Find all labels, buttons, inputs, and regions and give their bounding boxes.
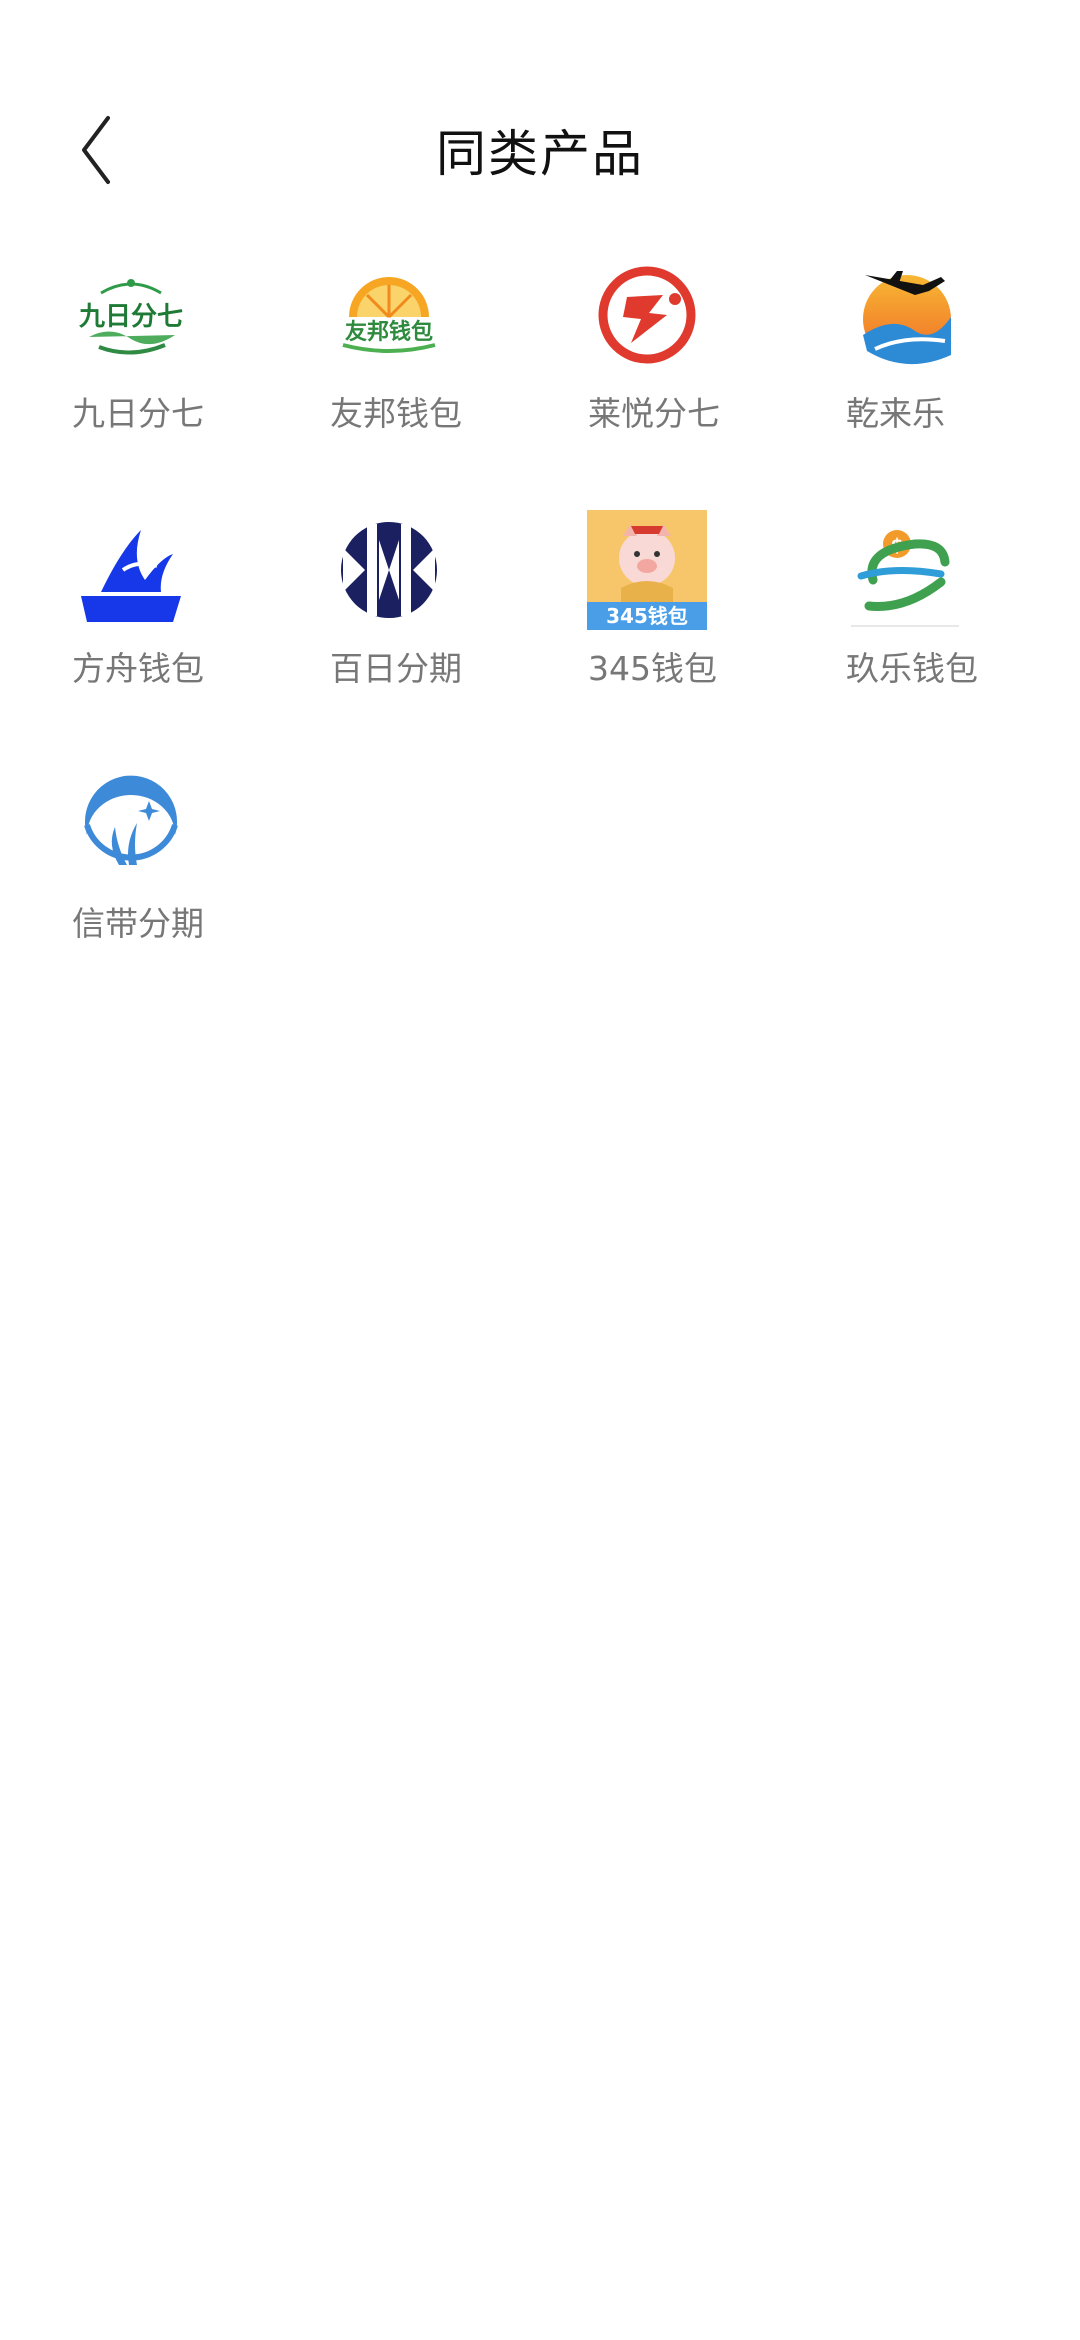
product-item-qianlaile[interactable]: 乾来乐 [822,255,1080,465]
page: 同类产品 九日分七 九日分七 友邦钱包 友邦钱包 莱悦分七 乾来乐 方舟钱包 百… [0,0,1080,2340]
product-label: 百日分期 [330,649,462,688]
product-label: 九日分七 [72,394,204,433]
product-item-bairi-fenqi[interactable]: 百日分期 [306,510,564,720]
product-item-jiuri-fenqi[interactable]: 九日分七 九日分七 [48,255,306,465]
product-label: 信带分期 [72,904,204,943]
product-item-youbang-qianbao[interactable]: 友邦钱包 友邦钱包 [306,255,564,465]
product-item-fangzhou-qianbao[interactable]: 方舟钱包 [48,510,306,720]
pig-logo: 345钱包 [587,510,707,630]
svg-text:九日分七: 九日分七 [78,302,183,332]
product-item-laiyue-fenqi[interactable]: 莱悦分七 [564,255,822,465]
product-item-jiule-qianbao[interactable]: $ 玖乐钱包 [822,510,1080,720]
product-label: 乾来乐 [846,394,945,433]
product-label: 玖乐钱包 [846,649,978,688]
svg-text:345钱包: 345钱包 [606,604,688,628]
product-label: 友邦钱包 [330,394,462,433]
xindai-fenqi-logo [84,775,178,865]
product-item-345-qianbao[interactable]: 345钱包 345钱包 [564,510,822,720]
youbang-qianbao-logo: 友邦钱包 [342,277,436,353]
jiuri-fenqi-logo: 九日分七 [78,279,183,355]
header: 同类产品 [0,80,1080,210]
page-title: 同类产品 [436,125,644,183]
product-label: 方舟钱包 [72,649,204,688]
product-label: 345钱包 [588,649,717,688]
bairi-fenqi-logo [341,522,437,618]
product-item-xindai-fenqi[interactable]: 信带分期 [48,765,306,975]
qianlaile-logo [863,271,951,365]
svg-text:友邦钱包: 友邦钱包 [345,319,433,345]
product-label: 莱悦分七 [588,394,720,433]
jiule-qianbao-logo: $ [851,530,959,627]
fangzhou-qianbao-logo [81,530,181,622]
laiyue-fenqi-logo [598,266,696,364]
